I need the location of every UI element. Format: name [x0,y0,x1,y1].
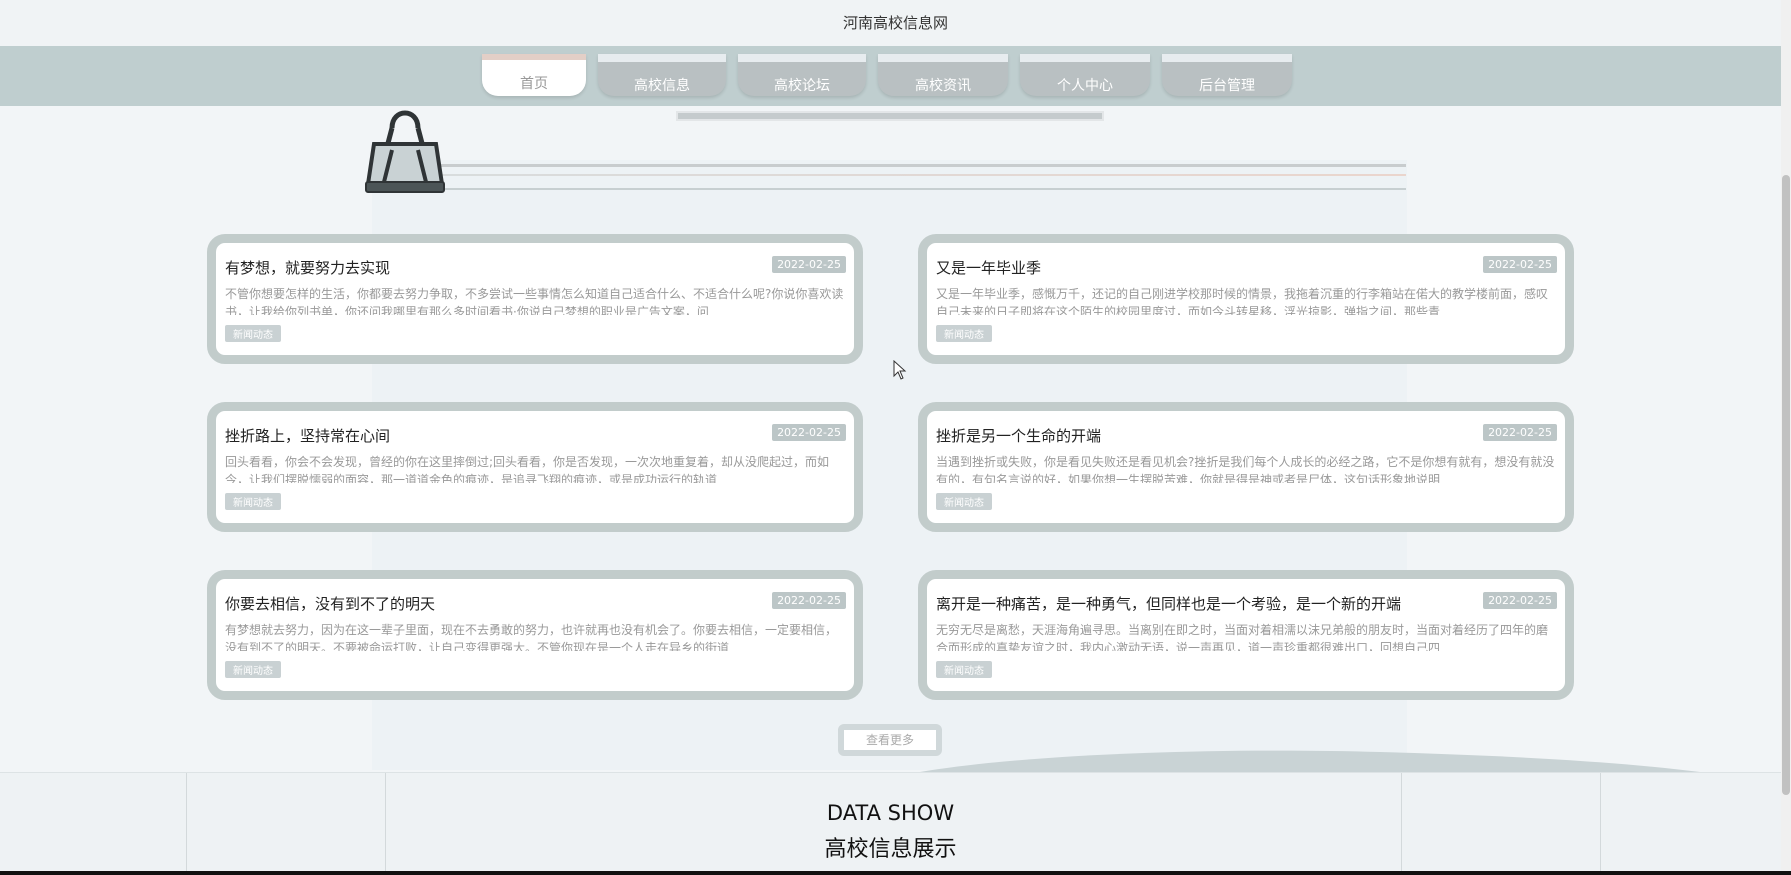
nav-item-label: 首页 [520,76,548,92]
news-excerpt: 无穷无尽是离愁，天涯海角遍寻思。当离别在即之时，当面对着相濡以沫兄弟般的朋友时，… [936,623,1549,651]
nav-item-forum[interactable]: 高校论坛 [738,54,866,96]
nav-items: 首页 高校信息 高校论坛 高校资讯 个人中心 后台管理 [482,54,1304,96]
news-title[interactable]: 挫折路上，坚持常在心间 [225,425,390,446]
news-excerpt: 回头看看，你会不会发现，曾经的你在这里摔倒过;回头看看，你是否发现，一次次地重复… [225,455,830,483]
news-tag: 新闻动态 [936,325,992,342]
news-card[interactable]: 又是一年毕业季 2022-02-25 又是一年毕业季，感慨万千，还记的自己刚进学… [918,234,1574,364]
news-title[interactable]: 有梦想，就要努力去实现 [225,257,390,278]
binder-clip-icon [365,110,445,193]
scrollbar-thumb[interactable] [1782,175,1790,795]
data-show-title-cn: 高校信息展示 [824,837,957,862]
news-tag: 新闻动态 [936,661,992,678]
decorative-line [440,188,1406,190]
news-date: 2022-02-25 [772,424,846,441]
nav-item-personal-center[interactable]: 个人中心 [1020,54,1150,96]
nav-item-admin[interactable]: 后台管理 [1162,54,1292,96]
news-tag: 新闻动态 [936,493,992,510]
nav-item-label: 个人中心 [1057,78,1113,94]
news-excerpt: 不管你想要怎样的生活，你都要去努力争取，不多尝试一些事情怎么知道自己适合什么、不… [225,287,844,315]
news-card[interactable]: 有梦想，就要努力去实现 2022-02-25 不管你想要怎样的生活，你都要去努力… [207,234,863,364]
news-card[interactable]: 挫折路上，坚持常在心间 2022-02-25 回头看看，你会不会发现，曾经的你在… [207,402,863,532]
news-card[interactable]: 离开是一种痛苦，是一种勇气，但同样也是一个考验，是一个新的开端 2022-02-… [918,570,1574,700]
news-excerpt: 又是一年毕业季，感慨万千，还记的自己刚进学校那时候的情景，我拖着沉重的行李箱站在… [936,287,1549,315]
nav-item-home[interactable]: 首页 [482,54,586,96]
nav-item-label: 后台管理 [1199,78,1255,94]
news-tag: 新闻动态 [225,325,281,342]
news-excerpt: 当遇到挫折或失败，你是看见失败还是看见机会?挫折是我们每个人成长的必经之路，它不… [936,455,1555,483]
mouse-cursor-icon [893,360,907,380]
news-date: 2022-02-25 [772,256,846,273]
news-tag: 新闻动态 [225,661,281,678]
news-title[interactable]: 挫折是另一个生命的开端 [936,425,1101,446]
nav-item-label: 高校信息 [634,78,690,94]
decorative-wave [920,750,1700,772]
site-header: 河南高校信息网 [0,0,1791,46]
nav-item-school-info[interactable]: 高校信息 [598,54,726,96]
bottom-bar [0,871,1791,875]
nav-item-label: 高校资讯 [915,78,971,94]
news-card[interactable]: 挫折是另一个生命的开端 2022-02-25 当遇到挫折或失败，你是看见失败还是… [918,402,1574,532]
nav-item-news[interactable]: 高校资讯 [878,54,1008,96]
nav-item-label: 高校论坛 [774,78,830,94]
data-show-title-en: DATA SHOW [826,801,955,825]
decorative-line [440,174,1406,176]
page: 河南高校信息网 首页 高校信息 高校论坛 高校资讯 个人中心 后台管理 有梦想，… [0,0,1791,875]
news-date: 2022-02-25 [1483,592,1557,609]
data-show-section: DATA SHOW 高校信息展示 [0,772,1781,875]
news-title[interactable]: 又是一年毕业季 [936,257,1041,278]
news-date: 2022-02-25 [1483,256,1557,273]
news-card[interactable]: 你要去相信，没有到不了的明天 2022-02-25 有梦想就去努力，因为在这一辈… [207,570,863,700]
decorative-line [440,164,1406,167]
news-tag: 新闻动态 [225,493,281,510]
news-date: 2022-02-25 [772,592,846,609]
news-excerpt: 有梦想就去努力，因为在这一辈子里面，现在不去勇敢的努力，也许就再也没有机会了。你… [225,623,838,651]
news-title[interactable]: 你要去相信，没有到不了的明天 [225,593,435,614]
nav-underbar [676,111,1104,121]
main-nav: 首页 高校信息 高校论坛 高校资讯 个人中心 后台管理 [0,46,1781,106]
news-date: 2022-02-25 [1483,424,1557,441]
news-title[interactable]: 离开是一种痛苦，是一种勇气，但同样也是一个考验，是一个新的开端 [936,593,1401,614]
site-title: 河南高校信息网 [842,14,948,32]
decorative-lines [440,160,1406,190]
